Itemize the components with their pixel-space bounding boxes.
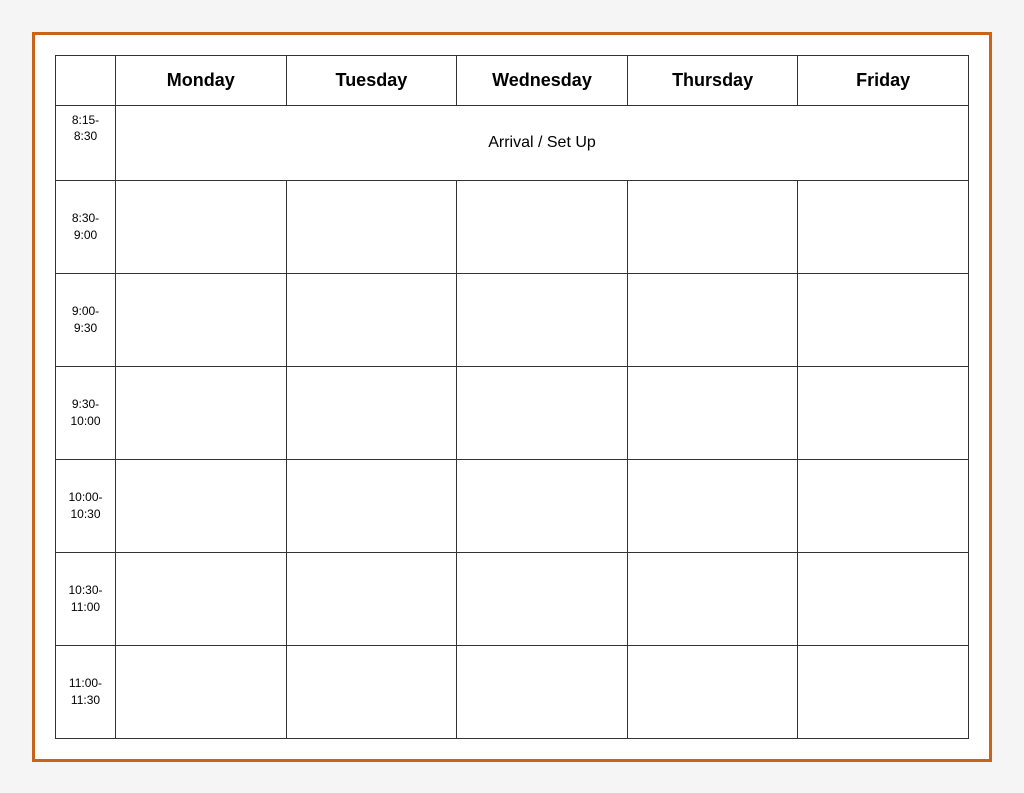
page-container: Monday Tuesday Wednesday Thursday Friday… xyxy=(32,32,992,762)
monday-cell xyxy=(116,552,287,645)
time-cell: 11:00- 11:30 xyxy=(56,645,116,738)
friday-cell xyxy=(798,645,969,738)
wednesday-cell xyxy=(457,552,628,645)
time-cell: 8:30- 9:00 xyxy=(56,180,116,273)
table-row: 11:00- 11:30 xyxy=(56,645,969,738)
time-header xyxy=(56,55,116,105)
thursday-cell xyxy=(627,273,798,366)
friday-cell xyxy=(798,459,969,552)
monday-cell xyxy=(116,645,287,738)
time-cell: 8:15- 8:30 xyxy=(56,105,116,180)
tuesday-cell xyxy=(286,273,457,366)
table-row: 8:30- 9:00 xyxy=(56,180,969,273)
table-row: 10:00- 10:30 xyxy=(56,459,969,552)
tuesday-cell xyxy=(286,459,457,552)
table-row: 8:15- 8:30 Arrival / Set Up xyxy=(56,105,969,180)
wednesday-cell xyxy=(457,645,628,738)
friday-cell xyxy=(798,180,969,273)
table-row: 9:00- 9:30 xyxy=(56,273,969,366)
monday-cell xyxy=(116,273,287,366)
wednesday-cell xyxy=(457,180,628,273)
tuesday-cell xyxy=(286,552,457,645)
monday-cell xyxy=(116,366,287,459)
monday-header: Monday xyxy=(116,55,287,105)
arrival-cell: Arrival / Set Up xyxy=(116,105,969,180)
thursday-cell xyxy=(627,552,798,645)
time-cell: 9:30- 10:00 xyxy=(56,366,116,459)
schedule-table: Monday Tuesday Wednesday Thursday Friday… xyxy=(55,55,969,739)
thursday-cell xyxy=(627,180,798,273)
monday-cell xyxy=(116,459,287,552)
friday-cell xyxy=(798,552,969,645)
tuesday-header: Tuesday xyxy=(286,55,457,105)
thursday-cell xyxy=(627,459,798,552)
friday-cell xyxy=(798,366,969,459)
time-cell: 10:00- 10:30 xyxy=(56,459,116,552)
friday-cell xyxy=(798,273,969,366)
tuesday-cell xyxy=(286,366,457,459)
wednesday-cell xyxy=(457,366,628,459)
time-cell: 10:30- 11:00 xyxy=(56,552,116,645)
thursday-cell xyxy=(627,366,798,459)
table-row: 10:30- 11:00 xyxy=(56,552,969,645)
tuesday-cell xyxy=(286,645,457,738)
tuesday-cell xyxy=(286,180,457,273)
time-cell: 9:00- 9:30 xyxy=(56,273,116,366)
header-row: Monday Tuesday Wednesday Thursday Friday xyxy=(56,55,969,105)
thursday-header: Thursday xyxy=(627,55,798,105)
wednesday-header: Wednesday xyxy=(457,55,628,105)
wednesday-cell xyxy=(457,459,628,552)
wednesday-cell xyxy=(457,273,628,366)
table-row: 9:30- 10:00 xyxy=(56,366,969,459)
monday-cell xyxy=(116,180,287,273)
thursday-cell xyxy=(627,645,798,738)
friday-header: Friday xyxy=(798,55,969,105)
